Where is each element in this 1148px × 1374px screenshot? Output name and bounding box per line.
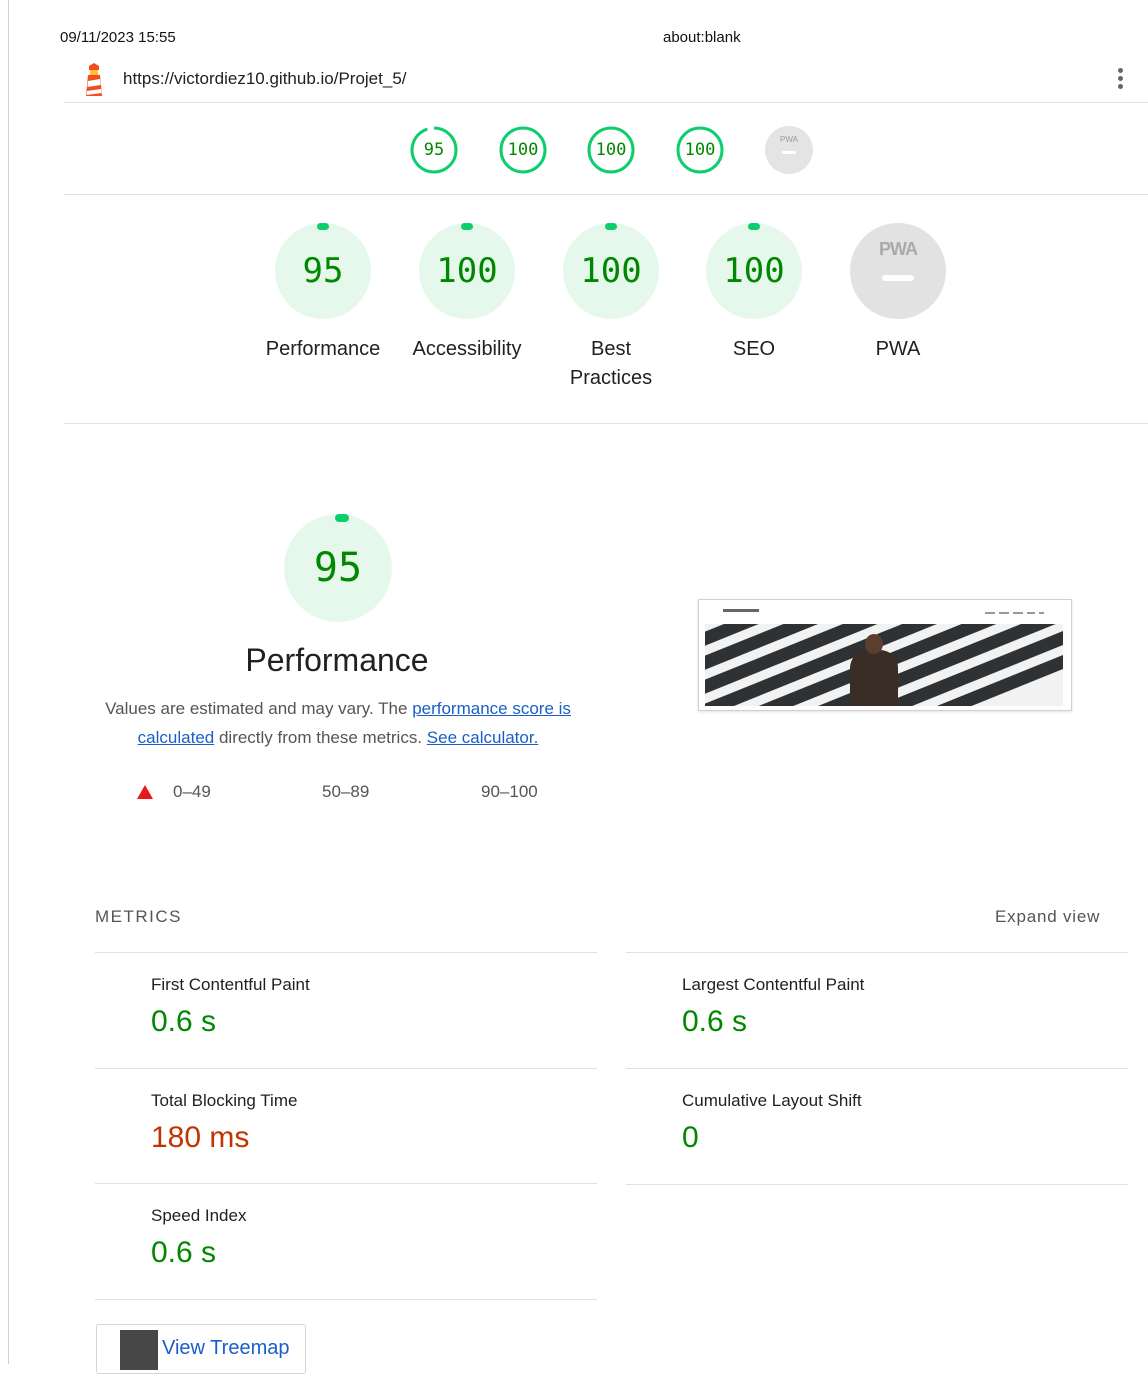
performance-score: 95 — [313, 545, 363, 591]
mini-gauge-best-practices[interactable]: 100 — [587, 126, 635, 174]
report-topbar: https://victordiez10.github.io/Projet_5/ — [64, 56, 1148, 103]
thumbnail-person — [850, 650, 898, 706]
metric-title: First Contentful Paint — [151, 975, 310, 994]
mini-gauge-performance[interactable]: 95 — [410, 126, 458, 174]
thumbnail-header — [699, 600, 1071, 622]
treemap-icon — [120, 1330, 158, 1370]
metric-title: Speed Index — [151, 1206, 247, 1225]
metric-value: 0 — [682, 1121, 699, 1154]
gauge-circle: 95 — [275, 223, 371, 319]
category-gauges: 95 Performance 100 Accessibility 100 Bes… — [64, 195, 1148, 424]
view-treemap-label: View Treemap — [162, 1337, 290, 1359]
gauge-circle: 100 — [706, 223, 802, 319]
metric-first-contentful-paint: First Contentful Paint 0.6 s — [95, 952, 597, 1068]
gauge-label: Accessibility — [412, 338, 522, 360]
report-url[interactable]: https://victordiez10.github.io/Projet_5/ — [123, 69, 407, 89]
gauge-performance[interactable]: 95 Performance — [251, 223, 395, 364]
legend-average-range: 50–89 — [322, 782, 370, 801]
metric-value: 0.6 s — [151, 1005, 217, 1038]
desc-text-2: directly from these metrics. — [214, 728, 427, 747]
gauge-best-practices[interactable]: 100 Best Practices — [539, 223, 683, 393]
gauge-seo[interactable]: 100 SEO — [682, 223, 826, 364]
print-title: about:blank — [663, 29, 741, 46]
performance-gauge-large: 95 — [284, 514, 392, 622]
gauge-score: 100 — [436, 251, 498, 291]
legend-fail-range: 0–49 — [173, 782, 211, 801]
print-date: 09/11/2023 15:55 — [60, 29, 176, 46]
metric-value: 0.6 s — [682, 1005, 748, 1038]
metric-value: 0.6 s — [151, 1236, 217, 1269]
lighthouse-icon — [86, 63, 102, 96]
mini-gauge-value: 100 — [595, 140, 627, 160]
page-left-border — [8, 0, 9, 1364]
metric-total-blocking-time: Total Blocking Time 180 ms — [95, 1068, 597, 1184]
gauge-circle: 100 — [563, 223, 659, 319]
metric-title: Total Blocking Time — [151, 1091, 298, 1110]
performance-description: Values are estimated and may vary. The p… — [96, 694, 580, 752]
gauge-score: 100 — [723, 251, 785, 291]
mini-gauge-seo[interactable]: 100 — [676, 126, 724, 174]
metric-title: Largest Contentful Paint — [682, 975, 865, 994]
gauge-accessibility[interactable]: 100 Accessibility — [395, 223, 539, 364]
pwa-badge-text: PWA — [878, 239, 918, 259]
thumbnail-person-head — [865, 634, 883, 654]
gauge-circle: 100 — [419, 223, 515, 319]
metric-value: 180 ms — [151, 1121, 250, 1154]
gauge-label: PWA — [875, 338, 921, 360]
gauge-pwa[interactable]: PWA PWA — [826, 223, 970, 364]
final-screenshot-thumbnail[interactable] — [698, 599, 1072, 711]
mini-gauge-value: 95 — [423, 140, 445, 160]
gauge-label: SEO — [732, 338, 776, 360]
pwa-dash-icon — [882, 275, 914, 281]
view-treemap-button[interactable]: View Treemap — [96, 1324, 306, 1374]
thumbnail-brand — [723, 609, 759, 612]
kebab-menu-icon[interactable] — [1114, 66, 1126, 92]
desc-text-1: Values are estimated and may vary. The — [105, 699, 413, 718]
gauge-score: 100 — [580, 251, 642, 291]
fail-triangle-icon — [137, 785, 153, 799]
performance-title: Performance — [245, 642, 429, 678]
mini-gauge-accessibility[interactable]: 100 — [499, 126, 547, 174]
sticky-score-bar: 95 100 100 100 PWA — [64, 102, 1148, 195]
gauge-label: Best Practices — [569, 338, 653, 389]
pwa-badge-icon: PWA — [850, 223, 946, 319]
mini-pwa-label: PWA — [780, 135, 798, 144]
pwa-dash-icon — [782, 151, 796, 154]
gauge-label: Performance — [265, 338, 381, 360]
expand-view-toggle[interactable]: Expand view — [995, 907, 1100, 927]
legend-pass-range: 90–100 — [481, 782, 538, 801]
metric-speed-index: Speed Index 0.6 s — [95, 1183, 597, 1300]
metric-largest-contentful-paint: Largest Contentful Paint 0.6 s — [626, 952, 1128, 1068]
metric-title: Cumulative Layout Shift — [682, 1091, 862, 1110]
gauge-score: 95 — [302, 251, 344, 291]
mini-gauge-pwa[interactable]: PWA — [765, 126, 813, 174]
mini-gauge-value: 100 — [507, 140, 539, 160]
metrics-header: METRICS — [95, 907, 182, 926]
mini-gauge-value: 100 — [684, 140, 716, 160]
metric-cumulative-layout-shift: Cumulative Layout Shift 0 — [626, 1068, 1128, 1185]
see-calculator-link[interactable]: See calculator. — [427, 728, 539, 747]
thumbnail-hero-image — [705, 624, 1063, 706]
